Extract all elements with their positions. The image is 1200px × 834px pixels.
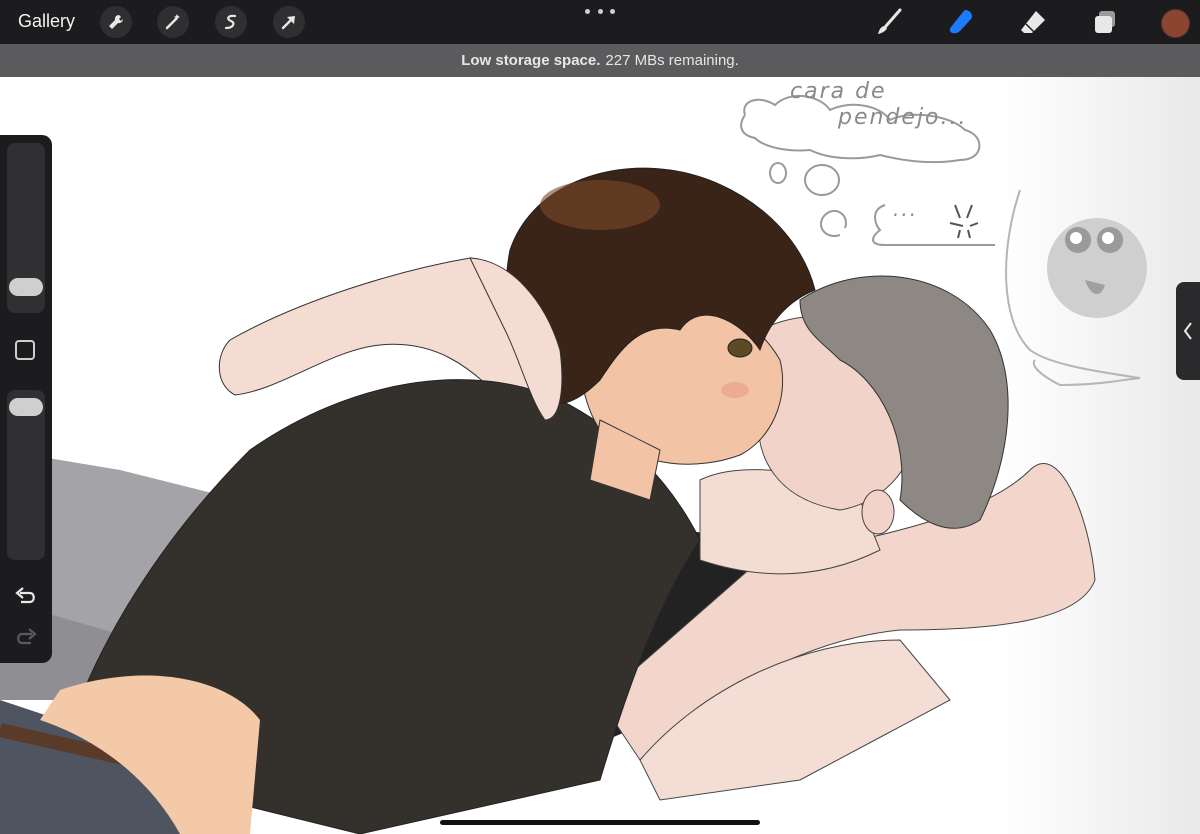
gallery-button[interactable]: Gallery (18, 11, 75, 32)
layers-icon[interactable] (1089, 6, 1121, 38)
more-options-icon[interactable] (585, 4, 615, 18)
opacity-thumb[interactable] (9, 397, 43, 416)
color-picker-swatch[interactable] (1161, 9, 1190, 38)
storage-warning-title: Low storage space. (461, 52, 601, 69)
drawing-canvas[interactable]: cara de pendejo... ... (0, 77, 1200, 834)
chevron-left-icon (1183, 322, 1192, 340)
artwork (0, 77, 1200, 834)
undo-icon[interactable] (12, 583, 40, 607)
storage-warning-banner: Low storage space. 227 MBs remaining. (0, 44, 1200, 77)
modify-square-icon[interactable] (15, 340, 35, 360)
smudge-icon[interactable] (945, 6, 977, 38)
redo-icon[interactable] (12, 624, 40, 648)
handwriting-line-2: pendejo... (838, 105, 968, 130)
brush-size-thumb[interactable] (9, 277, 43, 296)
top-toolbar: Gallery (0, 0, 1200, 44)
handwriting-ellipsis: ... (893, 197, 919, 221)
transform-arrow-icon[interactable] (273, 6, 305, 38)
selection-icon[interactable] (215, 6, 247, 38)
left-sidebar (0, 135, 52, 663)
brush-icon[interactable] (873, 6, 905, 38)
eraser-icon[interactable] (1017, 6, 1049, 38)
storage-warning-text: 227 MBs remaining. (605, 52, 739, 69)
home-indicator (440, 820, 760, 825)
handwriting-line-1: cara de (790, 79, 887, 104)
right-panel-handle[interactable] (1176, 282, 1200, 380)
magic-wand-icon[interactable] (157, 6, 189, 38)
wrench-icon[interactable] (100, 6, 132, 38)
